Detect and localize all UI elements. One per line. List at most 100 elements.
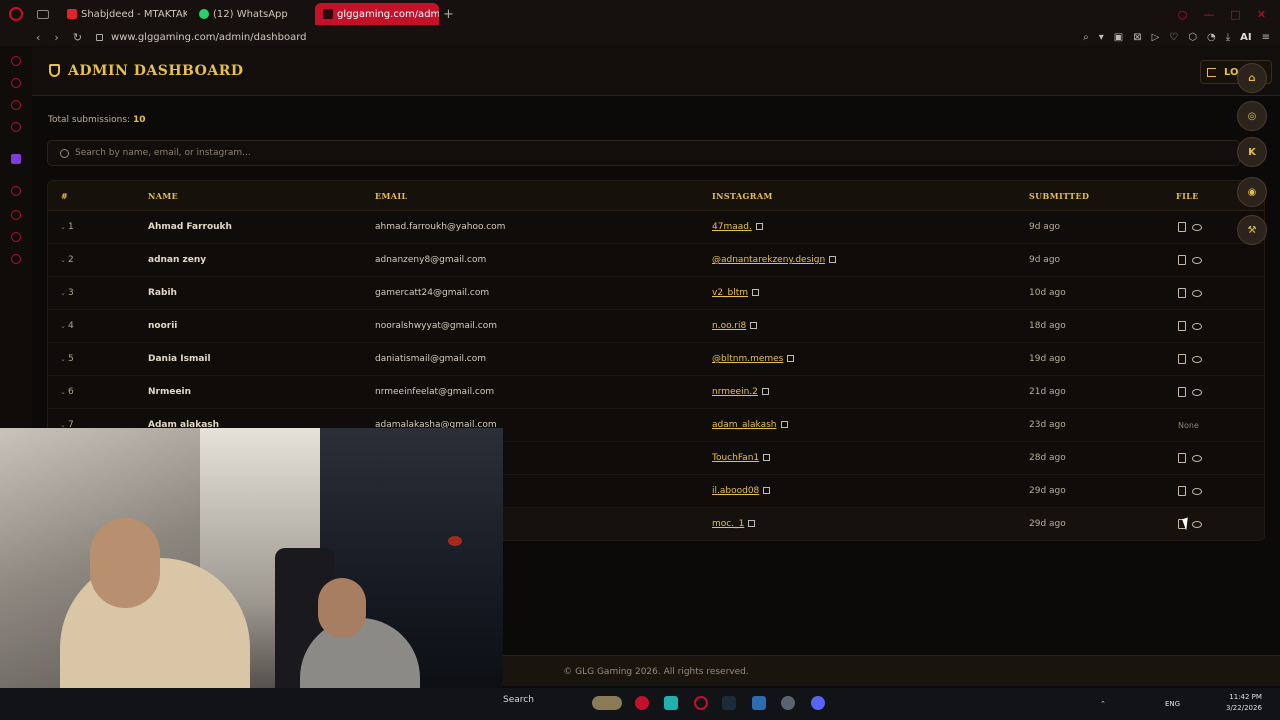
eye-icon[interactable]: [1192, 257, 1202, 264]
opera-logo-icon[interactable]: [9, 7, 23, 21]
row-instagram-link[interactable]: n.oo.ri8: [712, 321, 758, 331]
sidebar-history-icon[interactable]: [11, 56, 21, 66]
file-download-icon[interactable]: [1178, 222, 1186, 232]
snapshot-icon[interactable]: ▣: [1114, 32, 1123, 43]
taskbar-opera-icon[interactable]: [694, 696, 708, 710]
sidebar-music-icon[interactable]: [11, 122, 21, 132]
download-icon[interactable]: ⤓: [1226, 32, 1230, 43]
external-link-icon[interactable]: [763, 487, 771, 494]
maximize-button[interactable]: □: [1230, 8, 1240, 21]
file-download-icon[interactable]: [1178, 321, 1186, 331]
instagram-handle[interactable]: nrmeein.2: [712, 387, 758, 397]
sidebar-wallet-icon[interactable]: [11, 78, 21, 88]
taskbar-store-icon[interactable]: [664, 696, 678, 710]
back-button[interactable]: ‹: [36, 31, 40, 44]
sidebar-pin-icon[interactable]: [11, 232, 21, 242]
external-link-icon[interactable]: [787, 355, 795, 362]
kick-icon[interactable]: K: [1237, 137, 1267, 167]
taskbar-clock[interactable]: 11:42 PM 3/22/2026: [1226, 692, 1262, 714]
col-instagram[interactable]: INSTAGRAM: [712, 191, 773, 201]
eye-icon[interactable]: [1192, 455, 1202, 462]
file-download-icon[interactable]: [1178, 486, 1186, 496]
menu-icon[interactable]: ≡: [1262, 32, 1270, 43]
new-tab-button[interactable]: +: [443, 7, 454, 22]
tab-whatsapp[interactable]: (12) WhatsApp: [191, 3, 311, 25]
file-download-icon[interactable]: [1178, 354, 1186, 364]
instagram-handle[interactable]: v2_bltm: [712, 288, 748, 298]
eye-icon[interactable]: [1192, 290, 1202, 297]
home-icon[interactable]: ⌂: [1237, 63, 1267, 93]
zoom-icon[interactable]: ⌕: [1083, 32, 1089, 43]
file-download-icon[interactable]: [1178, 288, 1186, 298]
extensions-icon[interactable]: ⬡: [1188, 32, 1197, 43]
col-email[interactable]: EMAIL: [375, 191, 408, 201]
table-row[interactable]: ⌄ 5 Dania Ismail daniatismail@gmail.com @blt…: [48, 343, 1264, 376]
sidebar-clock-icon[interactable]: [11, 210, 21, 220]
instagram-handle[interactable]: n.oo.ri8: [712, 321, 746, 331]
row-instagram-link[interactable]: adam_alakash: [712, 420, 788, 430]
row-instagram-link[interactable]: moc._1: [712, 519, 756, 529]
expand-chevron-icon[interactable]: ⌄: [60, 388, 66, 396]
row-instagram-link[interactable]: il.abood08: [712, 486, 771, 496]
adblock-icon[interactable]: ⊠: [1133, 32, 1141, 43]
close-window-button[interactable]: ✕: [1257, 8, 1266, 21]
row-instagram-link[interactable]: v2_bltm: [712, 288, 760, 298]
external-link-icon[interactable]: [750, 322, 758, 329]
external-link-icon[interactable]: [748, 520, 756, 527]
instagram-handle[interactable]: il.abood08: [712, 486, 759, 496]
instagram-handle[interactable]: adam_alakash: [712, 420, 777, 430]
instagram-handle[interactable]: @bltnm.memes: [712, 354, 783, 364]
twitch-icon[interactable]: [11, 154, 21, 164]
tab-overview-icon[interactable]: [37, 9, 49, 19]
col-submitted[interactable]: SUBMITTED: [1029, 191, 1089, 201]
search-input[interactable]: [75, 148, 1175, 158]
external-link-icon[interactable]: [829, 256, 837, 263]
col-name[interactable]: NAME: [148, 191, 178, 201]
tab-youtube[interactable]: Shabjdeed - MTAKTAK ...: [59, 3, 187, 25]
tray-language[interactable]: ENG: [1165, 700, 1180, 708]
external-link-icon[interactable]: [755, 223, 763, 230]
expand-chevron-icon[interactable]: ⌄: [60, 322, 66, 330]
eye-icon[interactable]: [1192, 389, 1202, 396]
player-icon[interactable]: ▷: [1152, 32, 1160, 43]
row-instagram-link[interactable]: nrmeein.2: [712, 387, 769, 397]
tool-icon[interactable]: ⚒: [1237, 215, 1267, 245]
file-download-icon[interactable]: [1178, 387, 1186, 397]
url-field[interactable]: www.glggaming.com/admin/dashboard: [111, 32, 306, 43]
external-link-icon[interactable]: [780, 421, 788, 428]
file-download-icon[interactable]: [1178, 453, 1186, 463]
sidebar-messenger-icon[interactable]: [11, 100, 21, 110]
row-instagram-link[interactable]: TouchFan1: [712, 453, 771, 463]
pin-icon[interactable]: ▾: [1099, 32, 1104, 43]
taskbar-search[interactable]: Search: [503, 695, 534, 705]
table-row[interactable]: ⌄ 4 noorii nooralshwyyat@gmail.com n.oo.ri8 1…: [48, 310, 1264, 343]
taskbar-explorer-icon[interactable]: [752, 696, 766, 710]
table-row[interactable]: ⌄ 3 Rabih gamercatt24@gmail.com v2_bltm 10d a…: [48, 277, 1264, 310]
taskbar-steam-icon[interactable]: [722, 696, 736, 710]
sidebar-settings-icon[interactable]: [11, 254, 21, 264]
expand-chevron-icon[interactable]: ⌄: [60, 256, 66, 264]
eye-icon[interactable]: [1192, 323, 1202, 330]
taskbar-settings-icon[interactable]: [781, 696, 795, 710]
expand-chevron-icon[interactable]: ⌄: [60, 223, 66, 231]
table-row[interactable]: ⌄ 1 Ahmad Farroukh ahmad.farroukh@yahoo.com…: [48, 211, 1264, 244]
discord-icon[interactable]: ◉: [1237, 177, 1267, 207]
sidebar-player-icon[interactable]: [11, 186, 21, 196]
bookmark-heart-icon[interactable]: ♡: [1169, 32, 1178, 43]
profile-icon[interactable]: ◔: [1207, 32, 1216, 43]
table-row[interactable]: ⌄ 2 adnan zeny adnanzeny8@gmail.com @adnanta…: [48, 244, 1264, 277]
instagram-handle[interactable]: 47maad.: [712, 222, 752, 232]
external-link-icon[interactable]: [752, 289, 760, 296]
external-link-icon[interactable]: [761, 388, 769, 395]
tray-chevron-icon[interactable]: ⌃: [1100, 700, 1106, 708]
taskbar-widget-icon[interactable]: [592, 696, 622, 710]
instagram-handle[interactable]: moc._1: [712, 519, 744, 529]
reload-button[interactable]: ↻: [73, 31, 82, 44]
gamepad-icon[interactable]: ◎: [1237, 101, 1267, 131]
forward-button[interactable]: ›: [54, 31, 58, 44]
file-download-icon[interactable]: [1178, 255, 1186, 265]
instagram-handle[interactable]: TouchFan1: [712, 453, 759, 463]
expand-chevron-icon[interactable]: ⌄: [60, 289, 66, 297]
external-link-icon[interactable]: [763, 454, 771, 461]
eye-icon[interactable]: [1192, 356, 1202, 363]
